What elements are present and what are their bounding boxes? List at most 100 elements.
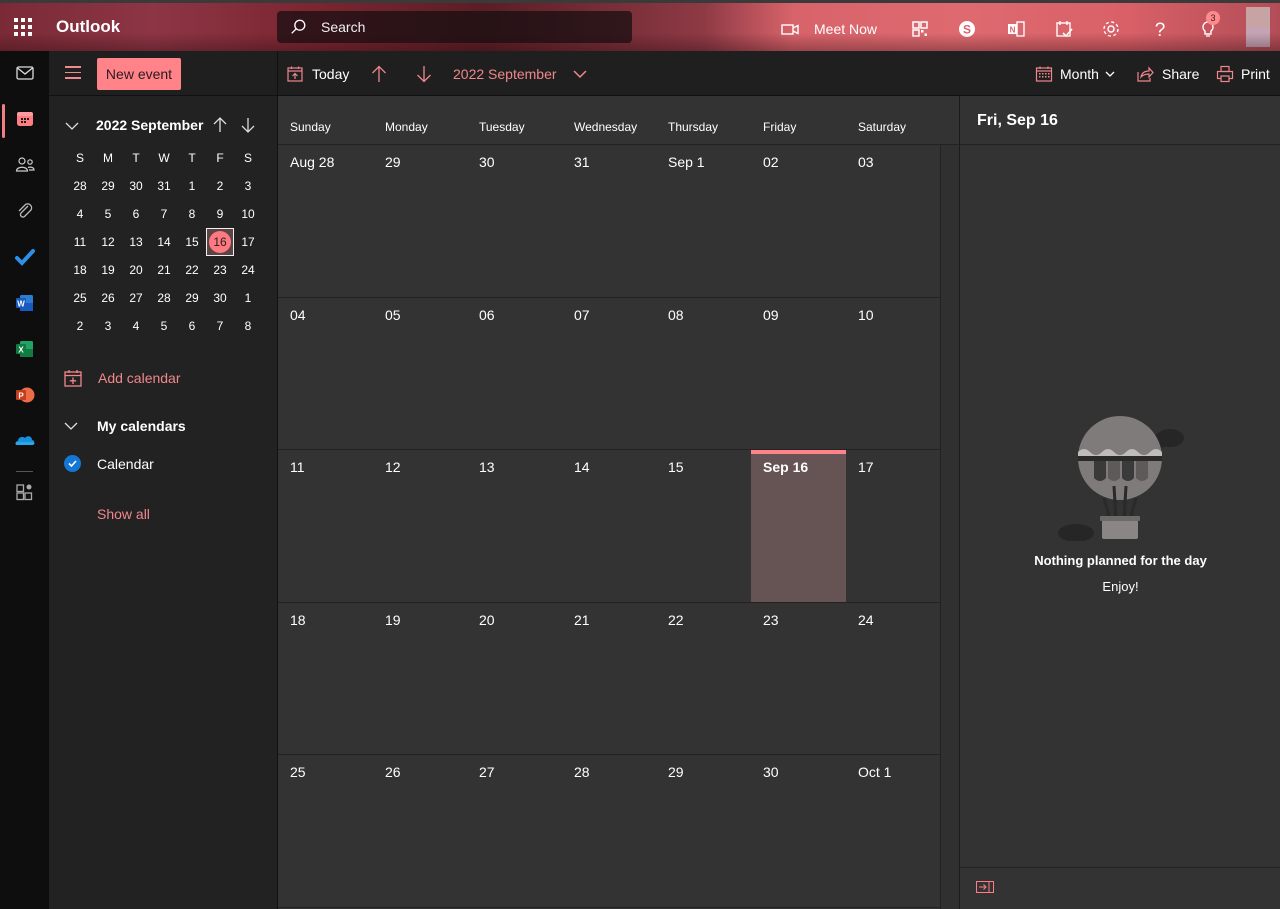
mini-day[interactable]: 17 [234, 228, 262, 256]
day-cell[interactable]: 30 [467, 145, 562, 297]
day-cell[interactable]: 08 [656, 298, 751, 450]
new-event-button[interactable]: New event [97, 58, 181, 90]
mini-day[interactable]: 1 [178, 172, 206, 200]
day-cell[interactable]: 09 [751, 298, 846, 450]
mini-day[interactable]: 29 [94, 172, 122, 200]
mini-day[interactable]: 20 [122, 256, 150, 284]
day-cell[interactable]: 26 [373, 755, 468, 907]
mini-day[interactable]: 12 [94, 228, 122, 256]
mini-calendar-title[interactable]: 2022 September [96, 117, 203, 133]
mini-day[interactable]: 28 [150, 284, 178, 312]
collapse-pane-icon[interactable] [976, 881, 994, 893]
onenote-button[interactable]: N [1006, 16, 1026, 42]
mini-day[interactable]: 30 [122, 172, 150, 200]
mini-day[interactable]: 8 [178, 200, 206, 228]
settings-button[interactable] [1101, 16, 1121, 42]
day-cell[interactable]: 18 [278, 603, 373, 755]
month-picker-button[interactable]: 2022 September [453, 63, 588, 85]
day-cell[interactable]: 13 [467, 450, 562, 602]
mini-day[interactable]: 21 [150, 256, 178, 284]
scrollbar-track[interactable] [940, 145, 959, 909]
meet-now-button[interactable]: Meet Now [780, 16, 877, 42]
mini-day[interactable]: 5 [150, 312, 178, 340]
calendar-checkbox[interactable] [64, 455, 81, 472]
qr-code-button[interactable] [910, 16, 930, 42]
day-cell[interactable]: 27 [467, 755, 562, 907]
day-cell[interactable]: 15 [656, 450, 751, 602]
day-cell[interactable]: 03 [846, 145, 941, 297]
mini-day[interactable]: 27 [122, 284, 150, 312]
rail-todo[interactable] [0, 235, 49, 279]
today-button[interactable]: Today [286, 63, 349, 85]
day-cell[interactable]: 20 [467, 603, 562, 755]
mini-day[interactable]: 7 [150, 200, 178, 228]
day-cell[interactable]: 14 [562, 450, 657, 602]
previous-button[interactable] [370, 63, 388, 85]
rail-onedrive[interactable] [0, 419, 49, 463]
whats-new-button[interactable]: 3 [1198, 11, 1220, 42]
account-avatar[interactable] [1246, 7, 1270, 47]
day-cell[interactable]: 25 [278, 755, 373, 907]
day-cell[interactable]: 19 [373, 603, 468, 755]
rail-powerpoint[interactable]: P [0, 373, 49, 417]
day-cell[interactable]: 22 [656, 603, 751, 755]
search-box[interactable]: Search [277, 11, 632, 43]
mini-day[interactable]: 9 [206, 200, 234, 228]
day-cell[interactable]: 17 [846, 450, 941, 602]
mini-day[interactable]: 25 [66, 284, 94, 312]
day-cell[interactable]: 31 [562, 145, 657, 297]
rail-files[interactable] [0, 189, 49, 233]
app-launcher-waffle-icon[interactable] [12, 16, 34, 38]
day-cell[interactable]: Aug 28 [278, 145, 373, 297]
mini-day[interactable]: 10 [234, 200, 262, 228]
chevron-down-icon[interactable] [65, 119, 79, 133]
day-cell[interactable]: Oct 1 [846, 755, 941, 907]
day-cell[interactable]: 07 [562, 298, 657, 450]
mini-day[interactable]: 14 [150, 228, 178, 256]
mini-day[interactable]: 4 [122, 312, 150, 340]
day-cell[interactable]: 04 [278, 298, 373, 450]
mini-day[interactable]: 2 [206, 172, 234, 200]
mini-day[interactable]: 23 [206, 256, 234, 284]
mini-day[interactable]: 19 [94, 256, 122, 284]
mini-day[interactable]: 7 [206, 312, 234, 340]
day-cell[interactable]: 24 [846, 603, 941, 755]
mini-day[interactable]: 26 [94, 284, 122, 312]
day-cell[interactable]: 11 [278, 450, 373, 602]
print-button[interactable]: Print [1216, 63, 1270, 85]
my-calendars-toggle[interactable]: My calendars [63, 418, 186, 434]
mini-day[interactable]: 5 [94, 200, 122, 228]
mini-day[interactable]: 15 [178, 228, 206, 256]
rail-calendar[interactable] [0, 97, 49, 141]
app-name[interactable]: Outlook [56, 17, 120, 37]
next-month-arrow-down-icon[interactable] [240, 116, 256, 134]
mini-day[interactable]: 1 [234, 284, 262, 312]
day-cell[interactable]: Sep 1 [656, 145, 751, 297]
my-day-button[interactable] [1054, 16, 1074, 42]
skype-button[interactable]: S [957, 16, 977, 42]
day-cell[interactable]: 21 [562, 603, 657, 755]
day-cell[interactable]: 10 [846, 298, 941, 450]
hamburger-menu-icon[interactable] [65, 66, 81, 80]
help-button[interactable]: ? [1150, 16, 1170, 42]
mini-day[interactable]: 29 [178, 284, 206, 312]
mini-day[interactable]: 30 [206, 284, 234, 312]
mini-day[interactable]: 6 [178, 312, 206, 340]
mini-day[interactable]: 4 [66, 200, 94, 228]
add-calendar-button[interactable]: Add calendar [63, 368, 181, 388]
mini-day[interactable]: 22 [178, 256, 206, 284]
mini-day[interactable]: 8 [234, 312, 262, 340]
day-cell[interactable]: 29 [373, 145, 468, 297]
day-cell[interactable]: 30 [751, 755, 846, 907]
mini-day[interactable]: 2 [66, 312, 94, 340]
day-cell[interactable]: 23 [751, 603, 846, 755]
view-switcher-button[interactable]: Month [1035, 63, 1115, 85]
mini-day[interactable]: 6 [122, 200, 150, 228]
mini-day[interactable]: 13 [122, 228, 150, 256]
mini-day-selected[interactable]: 16 [206, 228, 234, 256]
day-cell[interactable]: 06 [467, 298, 562, 450]
mini-day[interactable]: 3 [234, 172, 262, 200]
rail-more-apps[interactable] [0, 470, 49, 514]
day-cell[interactable]: 05 [373, 298, 468, 450]
day-cell[interactable]: 29 [656, 755, 751, 907]
